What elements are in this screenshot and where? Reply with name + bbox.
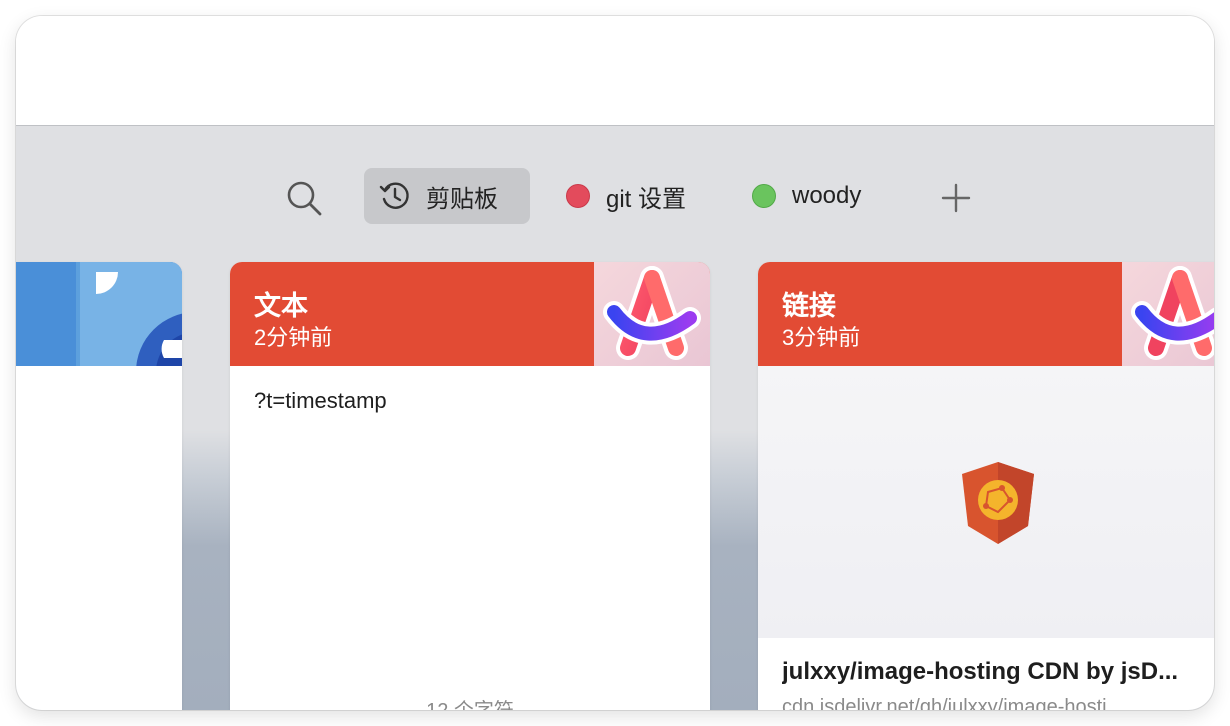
link-title: julxxy/image-hosting CDN by jsD... xyxy=(782,658,1179,685)
clipboard-card-link[interactable]: 链接 3分钟前 julxxy/image-hosting CDN by jsD.… xyxy=(758,262,1214,710)
arc-browser-icon xyxy=(594,262,710,366)
character-count: 12 个字符 xyxy=(230,694,710,710)
card-header: 链接 3分钟前 xyxy=(758,262,1214,366)
history-icon xyxy=(379,182,409,209)
clipboard-panel: 剪贴板 git 设置 woody 文本 2分钟前 ?t=timestamp 链接… xyxy=(16,126,1214,710)
card-header: 文本 2分钟前 xyxy=(230,262,710,366)
search-button[interactable] xyxy=(284,178,324,218)
plus-icon xyxy=(941,183,971,213)
tab-woody[interactable]: woody xyxy=(740,168,890,224)
site-logo-icon xyxy=(962,462,1034,544)
card-type-label: 链接 xyxy=(782,291,836,321)
toolbar: 剪贴板 git 设置 woody xyxy=(16,126,1214,246)
tab-git-label: git 设置 xyxy=(606,185,687,213)
card-type-label: 文本 xyxy=(254,291,308,321)
link-preview xyxy=(758,366,1214,638)
card-timestamp: 2分钟前 xyxy=(254,325,333,350)
clipboard-card-text[interactable]: 文本 2分钟前 ?t=timestamp xyxy=(230,262,710,710)
app-window: 剪贴板 git 设置 woody 文本 2分钟前 ?t=timestamp 链接… xyxy=(16,16,1214,710)
add-tab-button[interactable] xyxy=(936,178,976,218)
tab-git-settings[interactable]: git 设置 xyxy=(554,168,714,224)
green-dot-icon xyxy=(752,184,776,208)
tab-clipboard-label: 剪贴板 xyxy=(426,185,498,213)
link-url: cdn.jsdelivr.net/gh/julxxy/image-hosti..… xyxy=(782,696,1124,710)
clipboard-card-partial[interactable] xyxy=(16,262,182,710)
arc-browser-icon xyxy=(1122,262,1214,366)
tab-clipboard[interactable]: 剪贴板 xyxy=(364,168,530,224)
red-dot-icon xyxy=(566,184,590,208)
title-area xyxy=(16,16,1214,126)
clip-content: ?t=timestamp xyxy=(254,388,387,413)
card-header xyxy=(16,262,182,366)
tab-woody-label: woody xyxy=(792,182,862,209)
search-icon xyxy=(287,181,322,216)
card-timestamp: 3分钟前 xyxy=(782,325,861,350)
app-icon xyxy=(16,262,182,366)
